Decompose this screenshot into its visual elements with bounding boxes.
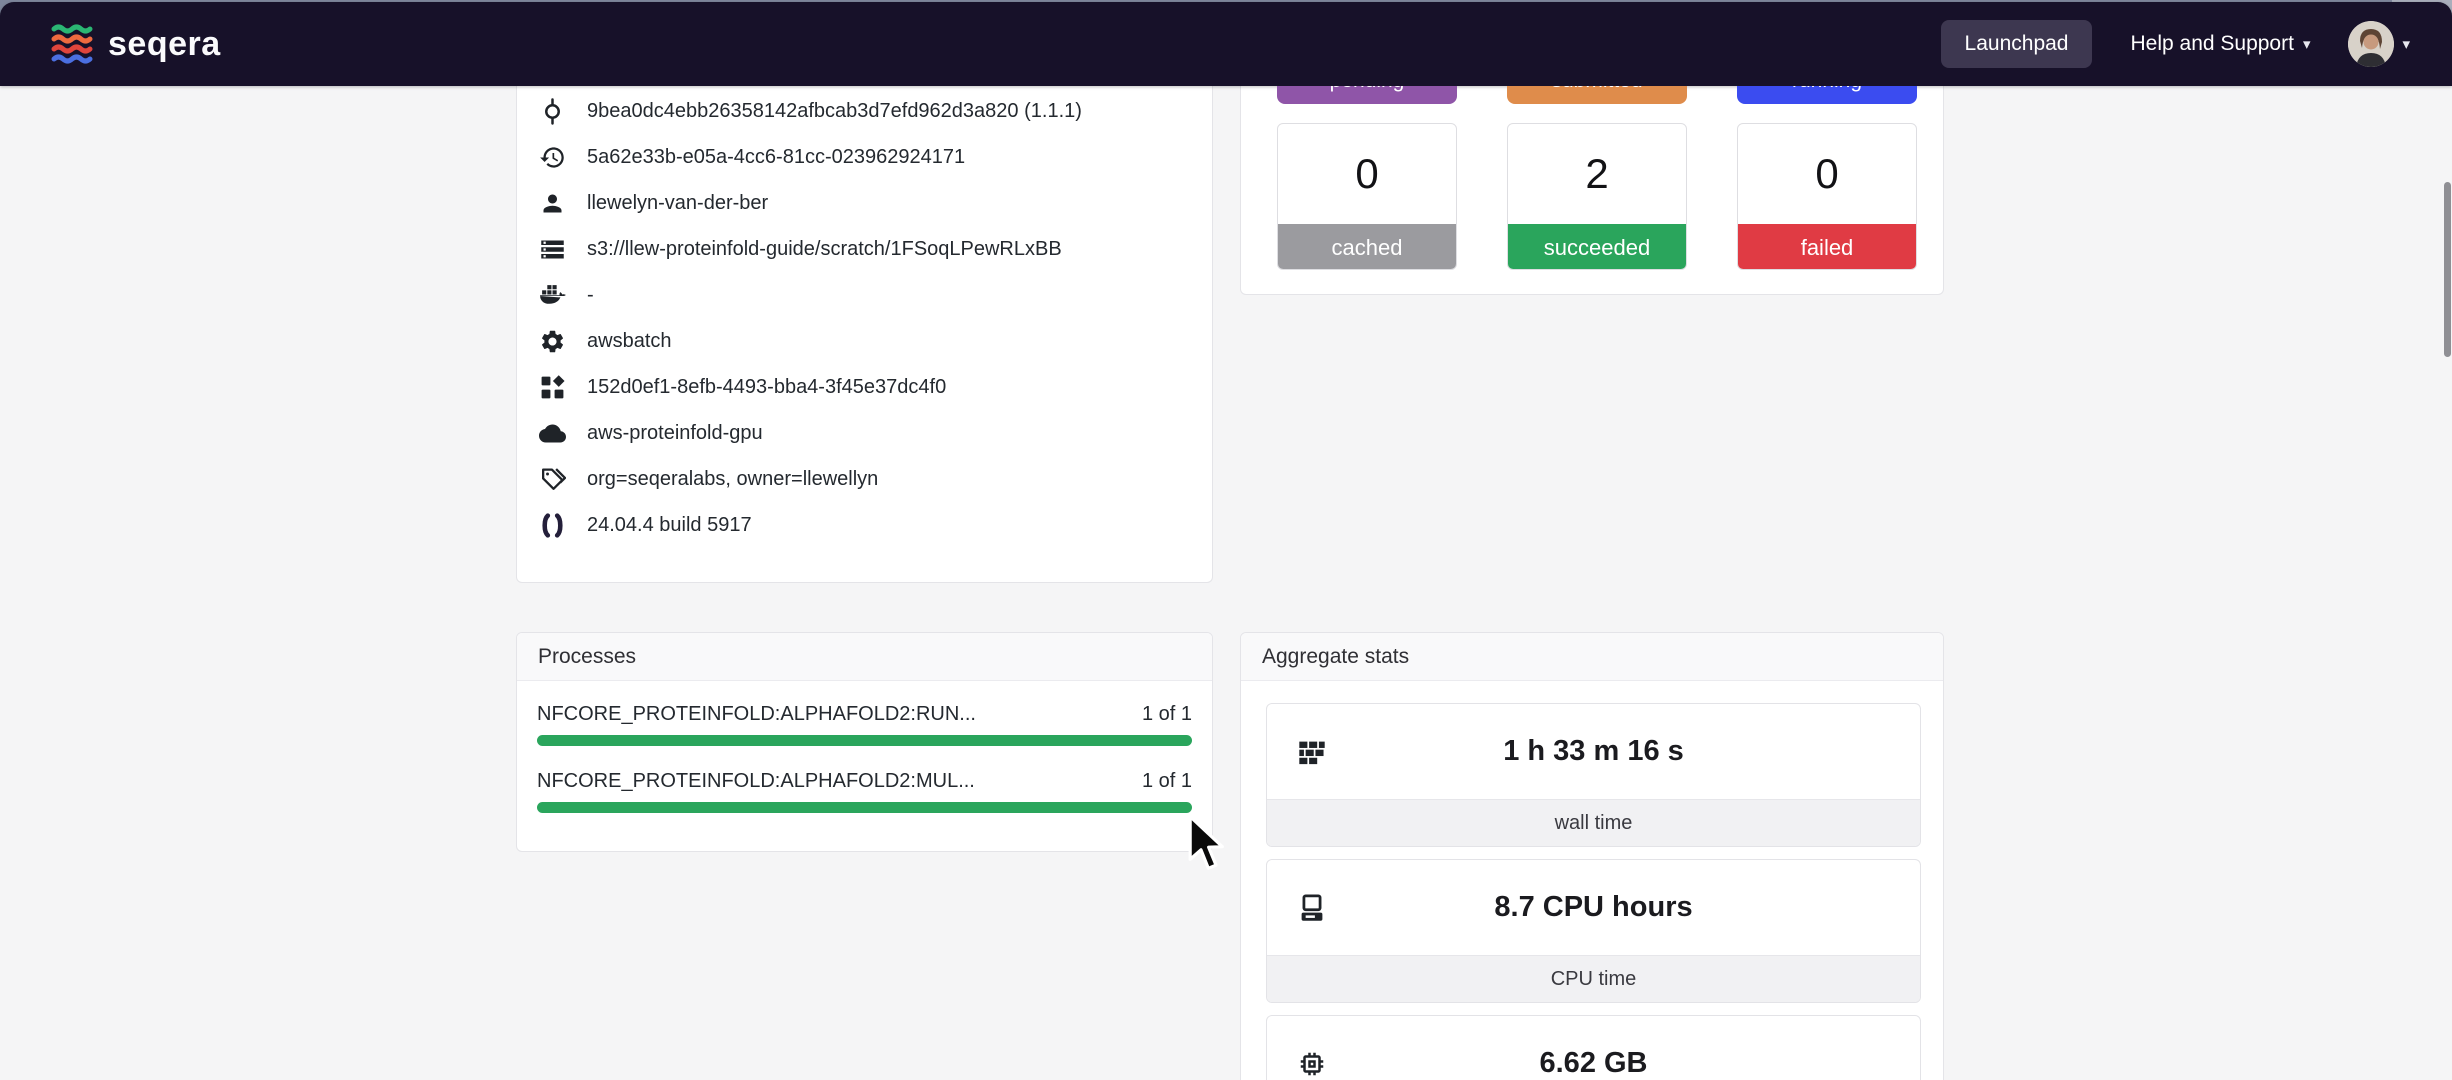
pending-label: pending — [1277, 86, 1457, 93]
submitted-status-badge[interactable]: submitted — [1507, 86, 1687, 104]
detail-row-user: llewelyn-van-der-ber — [517, 180, 1212, 226]
server-stack-icon — [539, 236, 566, 263]
wall-time-label: wall time — [1267, 799, 1920, 846]
top-navbar: seqera Launchpad Help and Support ▾ ▾ — [0, 2, 2452, 86]
tags-icon — [539, 466, 566, 493]
compute-env-id-value: 152d0ef1-8efb-4493-bba4-3f45e37dc4f0 — [587, 376, 946, 399]
memory-value: 6.62 GB — [1267, 1016, 1920, 1080]
processes-panel: Processes NFCORE_PROTEINFOLD:ALPHAFOLD2:… — [516, 632, 1213, 852]
vertical-scrollbar-thumb[interactable] — [2444, 182, 2451, 357]
nextflow-version-value: 24.04.4 build 5917 — [587, 514, 752, 537]
failed-count: 0 — [1738, 124, 1916, 224]
run-details-panel: 9bea0dc4ebb26358142afbcab3d7efd962d3a820… — [516, 86, 1213, 583]
compute-env-name-value: aws-proteinfold-gpu — [587, 422, 763, 445]
failed-counter-box[interactable]: 0 failed — [1737, 123, 1917, 270]
help-and-support-menu[interactable]: Help and Support ▾ — [2130, 32, 2310, 56]
running-status-badge[interactable]: running — [1737, 86, 1917, 104]
chip-icon — [1297, 1049, 1327, 1079]
processes-header: Processes — [517, 633, 1212, 681]
process-row[interactable]: NFCORE_PROTEINFOLD:ALPHAFOLD2:RUN... 1 o… — [537, 703, 1192, 746]
computer-icon — [1297, 893, 1327, 923]
detail-row-executor: awsbatch — [517, 318, 1212, 364]
brand-name: seqera — [108, 25, 221, 64]
process-name: NFCORE_PROTEINFOLD:ALPHAFOLD2:MUL... — [537, 770, 975, 793]
executor-value: awsbatch — [587, 330, 672, 353]
seqera-logo-icon — [50, 23, 94, 65]
cpu-time-label: CPU time — [1267, 955, 1920, 1002]
succeeded-label: succeeded — [1508, 224, 1686, 270]
nextflow-icon — [539, 512, 566, 539]
launched-by-value: llewelyn-van-der-ber — [587, 192, 768, 215]
user-menu[interactable]: ▾ — [2348, 21, 2410, 67]
wall-time-value: 1 h 33 m 16 s — [1267, 704, 1920, 799]
running-label: running — [1737, 86, 1917, 93]
chevron-down-icon: ▾ — [2402, 35, 2410, 53]
cpu-time-stat: 8.7 CPU hours CPU time — [1266, 859, 1921, 1003]
git-commit-icon — [539, 98, 566, 125]
aggregate-stats-header: Aggregate stats — [1241, 633, 1943, 681]
cpu-time-value: 8.7 CPU hours — [1267, 860, 1920, 955]
seqera-logo[interactable]: seqera — [50, 23, 221, 65]
cached-counter-box[interactable]: 0 cached — [1277, 123, 1457, 270]
blocks-icon — [539, 374, 566, 401]
history-icon — [539, 144, 566, 171]
detail-row-run-id: 5a62e33b-e05a-4cc6-81cc-023962924171 — [517, 134, 1212, 180]
detail-row-compute-env-id: 152d0ef1-8efb-4493-bba4-3f45e37dc4f0 — [517, 364, 1212, 410]
detail-row-compute-env-name: aws-proteinfold-gpu — [517, 410, 1212, 456]
aggregate-stats-panel: Aggregate stats 1 h 33 m 16 s wall time — [1240, 632, 1944, 1080]
submitted-label: submitted — [1507, 86, 1687, 93]
docker-icon — [539, 282, 566, 309]
launchpad-button[interactable]: Launchpad — [1941, 20, 2093, 68]
chevron-down-icon: ▾ — [2303, 35, 2311, 53]
process-progress-bar — [537, 735, 1192, 746]
work-directory-value: s3://llew-proteinfold-guide/scratch/1FSo… — [587, 238, 1062, 261]
user-icon — [539, 190, 566, 217]
cloud-icon — [539, 420, 566, 447]
labels-value: org=seqeralabs, owner=llewellyn — [587, 468, 878, 491]
failed-label: failed — [1738, 224, 1916, 270]
pending-status-badge[interactable]: pending — [1277, 86, 1457, 104]
memory-stat: 6.62 GB — [1266, 1015, 1921, 1080]
detail-row-commit: 9bea0dc4ebb26358142afbcab3d7efd962d3a820… — [517, 88, 1212, 134]
cached-count: 0 — [1278, 124, 1456, 224]
detail-row-labels: org=seqeralabs, owner=llewellyn — [517, 456, 1212, 502]
run-id-value: 5a62e33b-e05a-4cc6-81cc-023962924171 — [587, 146, 965, 169]
avatar — [2348, 21, 2394, 67]
process-count: 1 of 1 — [1142, 770, 1192, 793]
container-value: - — [587, 284, 594, 307]
detail-row-container: - — [517, 272, 1212, 318]
detail-row-workdir: s3://llew-proteinfold-guide/scratch/1FSo… — [517, 226, 1212, 272]
wall-time-stat: 1 h 33 m 16 s wall time — [1266, 703, 1921, 847]
help-and-support-label: Help and Support — [2130, 32, 2293, 56]
gear-icon — [539, 328, 566, 355]
page: { "navbar": { "brand": "seqera", "launch… — [0, 0, 2452, 1080]
process-row[interactable]: NFCORE_PROTEINFOLD:ALPHAFOLD2:MUL... 1 o… — [537, 770, 1192, 813]
process-progress-bar — [537, 802, 1192, 813]
succeeded-count: 2 — [1508, 124, 1686, 224]
succeeded-counter-box[interactable]: 2 succeeded — [1507, 123, 1687, 270]
detail-row-nextflow-version: 24.04.4 build 5917 — [517, 502, 1212, 548]
wall-icon — [1297, 737, 1327, 767]
commit-id-value: 9bea0dc4ebb26358142afbcab3d7efd962d3a820… — [587, 100, 1082, 123]
process-count: 1 of 1 — [1142, 703, 1192, 726]
cached-label: cached — [1278, 224, 1456, 270]
process-name: NFCORE_PROTEINFOLD:ALPHAFOLD2:RUN... — [537, 703, 976, 726]
